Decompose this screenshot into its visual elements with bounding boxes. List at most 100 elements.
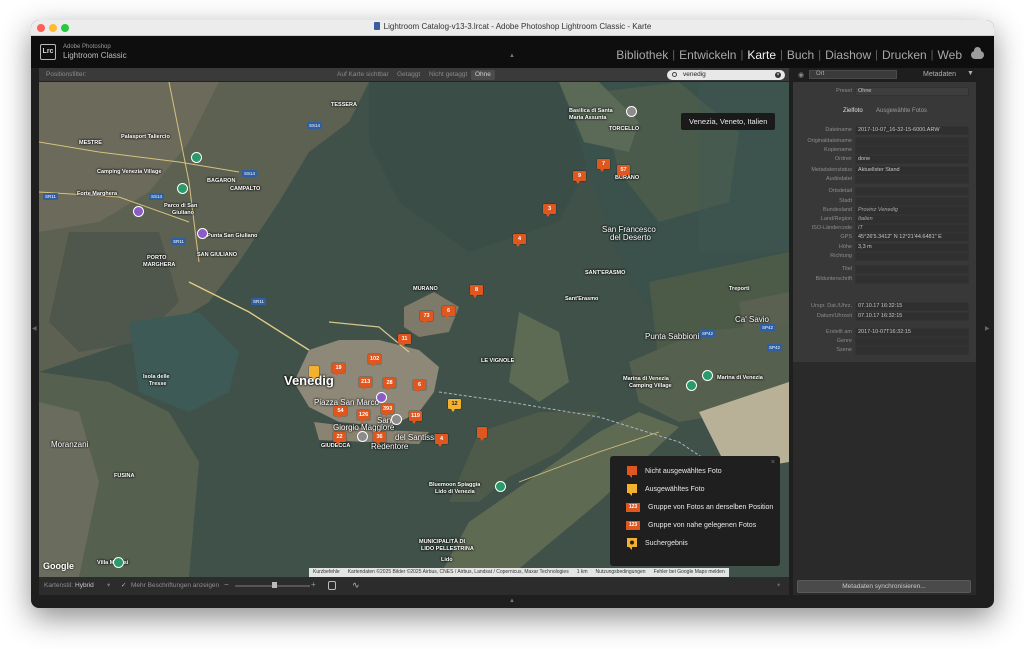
photo-group-marker[interactable]: 102 xyxy=(368,354,382,367)
photo-group-marker[interactable]: 213 xyxy=(359,377,373,390)
collapse-right-panel-arrow[interactable]: ▶ xyxy=(985,325,990,332)
module-bibliothek[interactable]: Bibliothek xyxy=(612,48,672,62)
metadata-panel-header[interactable]: ◉ Ort Metadaten ▼ xyxy=(793,68,976,82)
filter-visible-on-map[interactable]: Auf Karte sichtbar xyxy=(333,70,393,80)
filter-untagged[interactable]: Nicht getaggt xyxy=(425,70,471,80)
metadata-field-value[interactable] xyxy=(855,187,969,196)
metadata-field-value[interactable] xyxy=(855,346,969,355)
photo-group-marker[interactable]: 6 xyxy=(413,380,426,393)
photo-group-marker[interactable]: 9 xyxy=(573,171,586,184)
collapse-left-panel-arrow[interactable]: ◀ xyxy=(32,325,37,332)
metadata-field-value[interactable]: 45°26'5.3412" N 12°21'44.6481" E xyxy=(855,233,969,242)
beach-poi-icon[interactable] xyxy=(495,481,506,492)
photo-group-marker[interactable]: 3 xyxy=(543,204,556,217)
metadata-field-value[interactable] xyxy=(855,275,969,284)
metadata-field-value[interactable] xyxy=(855,175,969,184)
photo-group-marker[interactable]: 4 xyxy=(435,434,448,447)
cloud-sync-icon[interactable] xyxy=(971,47,984,59)
metadata-field-value[interactable] xyxy=(855,337,969,346)
selected-photo-group-marker[interactable]: 12 xyxy=(448,399,461,412)
module-web[interactable]: Web xyxy=(934,48,966,62)
metadata-field-value[interactable]: Italien xyxy=(855,215,969,224)
toolbar-menu-icon[interactable]: ▾ xyxy=(777,581,780,589)
preset-select[interactable]: Ohne xyxy=(855,87,969,96)
eye-icon[interactable]: ◉ xyxy=(798,71,804,79)
search-result-marker[interactable] xyxy=(309,366,319,380)
collapse-bottom-panel-arrow[interactable]: ▲ xyxy=(509,598,515,604)
photo-group-marker[interactable]: 28 xyxy=(383,378,396,391)
church-poi-icon[interactable] xyxy=(391,414,402,425)
photo-group-marker[interactable]: 11 xyxy=(398,334,411,347)
module-karte[interactable]: Karte xyxy=(743,48,780,62)
photo-group-marker[interactable]: 119 xyxy=(409,411,422,424)
clear-search-icon[interactable]: × xyxy=(775,72,781,78)
camping-poi-icon[interactable] xyxy=(177,183,188,194)
metadata-field-value[interactable]: 07.10.17 16:32:15 xyxy=(855,312,969,321)
metadata-field-value[interactable]: 07.10.17 16:32:15 xyxy=(855,302,969,311)
report-error-link[interactable]: Fehler bei Google Maps melden xyxy=(650,568,729,577)
zoom-slider-handle[interactable] xyxy=(272,582,277,588)
photo-group-marker[interactable]: 6 xyxy=(442,306,455,319)
document-icon xyxy=(373,22,380,30)
close-legend-icon[interactable]: × xyxy=(771,459,775,466)
module-diashow[interactable]: Diashow xyxy=(821,48,875,62)
map-style-select[interactable]: Hybrid xyxy=(75,582,94,589)
filter-none[interactable]: Ohne xyxy=(471,70,495,80)
metadata-field-value[interactable] xyxy=(855,137,969,146)
tracklog-icon[interactable]: ∿ xyxy=(352,580,360,591)
tab-selected-photos[interactable]: Ausgewählte Fotos xyxy=(876,108,927,114)
metadata-field-value[interactable]: 2017-10-07_16-32-15-6000.ARW xyxy=(855,126,969,135)
filter-tagged[interactable]: Getaggt xyxy=(393,70,424,80)
camping-poi-icon[interactable] xyxy=(686,380,697,391)
shortcuts-link[interactable]: Kurzbefehle xyxy=(309,568,344,577)
map-label-isola: Isola delle xyxy=(143,374,170,380)
landmark-poi-icon[interactable] xyxy=(133,206,144,217)
photo-group-marker[interactable]: 4 xyxy=(513,234,526,247)
landmark-poi-icon[interactable] xyxy=(197,228,208,239)
metadata-field-value[interactable]: IT xyxy=(855,224,969,233)
landmark-poi-icon[interactable] xyxy=(376,392,387,403)
metadata-field-value[interactable] xyxy=(855,146,969,155)
photo-group-marker[interactable]: 8 xyxy=(470,285,483,298)
terms-link[interactable]: Nutzungsbedingungen xyxy=(592,568,650,577)
photo-group-marker[interactable]: 54 xyxy=(334,406,347,419)
photo-group-marker[interactable]: 19 xyxy=(332,363,345,376)
photo-group-marker[interactable]: 22 xyxy=(333,432,346,445)
map-view[interactable]: Venedig MESTRE TESSERA TORCELLO BURANO B… xyxy=(39,82,789,577)
tab-target-photo[interactable]: Zielfoto xyxy=(843,108,863,114)
photo-group-marker[interactable]: 73 xyxy=(420,311,433,324)
module-buch[interactable]: Buch xyxy=(783,48,818,62)
sync-metadata-button[interactable]: Metadaten synchronisieren... xyxy=(797,580,971,593)
metadata-field-value[interactable] xyxy=(855,252,969,261)
metadata-field-value[interactable]: done xyxy=(855,155,969,164)
photo-group-marker[interactable]: 393 xyxy=(381,404,395,417)
checkbox-icon[interactable]: ✓ xyxy=(121,581,126,589)
chevron-down-icon[interactable]: ▾ xyxy=(107,581,110,589)
collapse-triangle-icon[interactable]: ▼ xyxy=(967,70,974,77)
module-entwickeln[interactable]: Entwickeln xyxy=(675,48,740,62)
church-poi-icon[interactable] xyxy=(626,106,637,117)
lock-icon[interactable] xyxy=(328,581,336,590)
park-poi-icon[interactable] xyxy=(113,557,124,568)
metadata-field-value[interactable]: 2017-10-07T16:32:15 xyxy=(855,328,969,337)
metadata-field-value[interactable] xyxy=(855,265,969,274)
photo-group-marker[interactable]: 36 xyxy=(373,432,386,445)
collapse-top-panel-arrow[interactable]: ▲ xyxy=(509,53,515,59)
zoom-in-button[interactable]: + xyxy=(311,580,316,589)
photo-marker[interactable] xyxy=(477,427,487,441)
zoom-out-button[interactable]: − xyxy=(224,580,229,589)
map-search-input[interactable]: venedig × xyxy=(667,70,785,80)
photo-group-marker[interactable]: 7 xyxy=(597,159,610,172)
metadata-field-value[interactable]: Provinz Venedig xyxy=(855,206,969,215)
metadata-set-select[interactable]: Ort xyxy=(809,70,897,79)
metadata-field-value[interactable]: 3,3 m xyxy=(855,243,969,252)
photo-group-marker[interactable]: 57 xyxy=(617,165,630,178)
module-drucken[interactable]: Drucken xyxy=(878,48,931,62)
photo-group-marker[interactable]: 126 xyxy=(357,410,371,423)
camping-poi-icon[interactable] xyxy=(702,370,713,381)
park-poi-icon[interactable] xyxy=(191,152,202,163)
church-poi-icon[interactable] xyxy=(357,431,368,442)
more-captions-label[interactable]: Mehr Beschriftungen anzeigen xyxy=(131,582,219,589)
metadata-field-value[interactable] xyxy=(855,197,969,206)
metadata-field-value[interactable]: Aktuellster Stand xyxy=(855,166,969,175)
